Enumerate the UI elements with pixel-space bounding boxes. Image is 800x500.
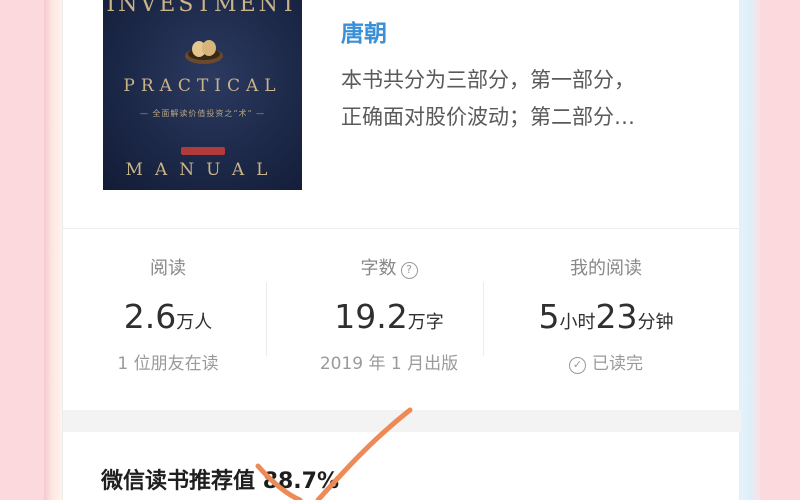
cover-title-top: INVESTMENT (106, 0, 299, 17)
stat-hours-unit: 小时 (559, 312, 596, 333)
cover-title-mid: PRACTICAL (123, 76, 282, 96)
stat-hours: 5 (538, 297, 560, 336)
stat-value: 5小时23分钟 (501, 297, 711, 337)
check-circle-icon: ✓ (569, 357, 586, 374)
recommend-label: 微信读书推荐值 (101, 469, 256, 494)
nest-eggs-icon (185, 40, 223, 64)
recommend-score[interactable]: 微信读书推荐值 88.7% (101, 463, 339, 495)
stat-subtext: 2019 年 1 月出版 (319, 354, 459, 374)
divider (63, 228, 741, 229)
stat-separator (266, 282, 267, 356)
book-detail-card: INVESTMENT PRACTICAL — 全面解读价值投资之“术” — MA… (62, 0, 741, 500)
help-icon[interactable]: ? (400, 262, 418, 279)
cover-subtitle: — 全面解读价值投资之“术” — (139, 109, 266, 118)
stat-unit: 万字 (407, 312, 444, 333)
book-description[interactable]: 本书共分为三部分，第一部分， 正确面对股价波动；第二部分… (341, 62, 701, 136)
stat-minutes-unit: 分钟 (637, 312, 674, 333)
stat-reads[interactable]: 阅读 2.6万人 1 位朋友在读 (63, 255, 273, 377)
recommend-value: 88.7% (262, 469, 340, 494)
stat-number: 19.2 (334, 297, 408, 336)
book-cover[interactable]: INVESTMENT PRACTICAL — 全面解读价值投资之“术” — MA… (103, 0, 302, 190)
description-line: 本书共分为三部分，第一部分， (341, 68, 635, 92)
stat-label: 字数? (284, 255, 494, 283)
right-frame-border (738, 0, 760, 500)
publisher-logo (181, 147, 225, 155)
author-name[interactable]: 唐朝 (341, 14, 387, 48)
section-gap (63, 410, 741, 432)
stat-number: 2.6 (123, 297, 177, 336)
finished-label: 已读完 (592, 354, 643, 374)
stat-my-reading[interactable]: 我的阅读 5小时23分钟 ✓ 已读完 (501, 255, 711, 377)
stat-label: 我的阅读 (570, 258, 642, 279)
stat-separator (483, 282, 484, 356)
cover-title-bottom: MANUAL (125, 160, 280, 180)
stat-unit: 万人 (176, 312, 213, 333)
stat-value: 2.6万人 (63, 297, 273, 337)
stat-subtext: 1 位朋友在读 (117, 354, 219, 374)
stat-subtext: ✓ 已读完 (501, 351, 711, 377)
stat-minutes: 23 (595, 297, 638, 336)
stat-label-text: 字数 (360, 258, 397, 279)
description-line: 正确面对股价波动；第二部分… (341, 105, 635, 129)
left-frame-border (44, 0, 64, 500)
stat-value: 19.2万字 (284, 297, 494, 337)
stat-label: 阅读 (150, 258, 186, 279)
stat-words[interactable]: 字数? 19.2万字 2019 年 1 月出版 (284, 255, 494, 377)
